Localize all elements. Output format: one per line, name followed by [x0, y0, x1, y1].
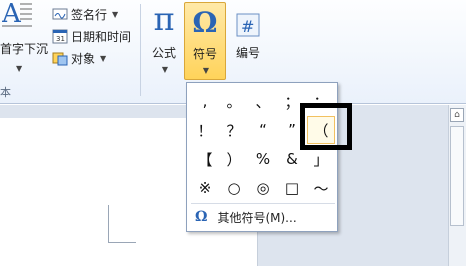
omega-icon: Ω — [195, 209, 208, 225]
calendar-icon: 31 — [52, 28, 68, 44]
number-icon: # — [235, 2, 261, 38]
symbol-cell[interactable]: & — [278, 145, 306, 173]
drop-cap-icon[interactable]: A — [1, 0, 32, 29]
object-button[interactable]: 对象 ▼ — [52, 48, 106, 68]
drop-cap-button[interactable]: 首字下沉 — [0, 38, 48, 58]
symbol-cell[interactable]: ※ — [191, 174, 219, 202]
symbol-cell[interactable]: ： — [307, 87, 335, 115]
chevron-down-icon: ▼ — [16, 63, 23, 73]
symbol-cell[interactable]: “ — [249, 116, 277, 144]
drop-cap-label: 首字下沉 — [0, 41, 49, 56]
symbol-cell[interactable]: ～ — [307, 174, 335, 202]
symbol-dropdown: ,。、；： ！？ “” （ 【）% &」 ※ ○ ◎ □ ～ Ω 其他符号(M)... — [186, 82, 338, 232]
symbol-cell[interactable]: 【 — [191, 145, 219, 173]
symbol-cell[interactable]: 。 — [220, 87, 248, 115]
date-time-button[interactable]: 31 日期和时间 — [52, 26, 131, 46]
chevron-down-icon: ▼ — [161, 65, 169, 74]
symbol-cell[interactable]: , — [191, 87, 219, 115]
chevron-down-icon: ▼ — [100, 53, 107, 63]
date-time-label: 日期和时间 — [71, 29, 132, 44]
svg-text:31: 31 — [56, 35, 65, 43]
object-label: 对象 — [71, 51, 96, 66]
group-label-text: 本 — [0, 86, 11, 99]
scrollbar-thumb[interactable] — [450, 126, 464, 226]
symbol-cell[interactable]: 」 — [307, 145, 335, 173]
formula-label: 公式 — [151, 46, 176, 60]
page-margin-mark — [108, 205, 136, 243]
more-symbols-item[interactable]: Ω 其他符号(M)... — [191, 205, 335, 229]
signature-icon — [52, 6, 68, 22]
number-button[interactable]: # 编号 — [230, 2, 266, 80]
pi-icon: π — [153, 0, 175, 38]
symbol-cell[interactable]: ◎ — [249, 174, 277, 202]
svg-text:A: A — [2, 0, 22, 29]
symbol-cell[interactable]: ？ — [220, 116, 248, 144]
drop-cap-glyph-icon: A — [1, 0, 32, 30]
symbol-cell[interactable]: ！ — [191, 116, 219, 144]
symbol-cell[interactable]: ） — [220, 145, 248, 173]
symbol-cell[interactable]: 、 — [249, 87, 277, 115]
symbol-cell[interactable]: ” — [278, 116, 306, 144]
symbol-cell[interactable]: ； — [278, 87, 306, 115]
symbol-label: 符号 — [192, 47, 217, 61]
number-label: 编号 — [235, 46, 260, 60]
menu-separator — [191, 203, 335, 204]
omega-icon: Ω — [192, 6, 218, 39]
signature-line-label: 签名行 — [71, 7, 108, 22]
chevron-down-icon: ▼ — [202, 66, 210, 75]
formula-button[interactable]: π 公式 ▼ — [146, 0, 182, 80]
chevron-down-icon: ▼ — [112, 9, 119, 19]
symbol-cell[interactable]: ○ — [220, 174, 248, 202]
more-symbols-label: 其他符号(M)... — [217, 210, 297, 225]
symbol-button[interactable]: Ω 符号 ▼ — [184, 2, 226, 80]
symbol-cell[interactable]: □ — [278, 174, 306, 202]
group-separator — [140, 4, 141, 96]
object-icon — [52, 50, 68, 66]
ruler-toggle-icon[interactable]: ⌂ — [450, 108, 464, 122]
signature-line-button[interactable]: 签名行 ▼ — [52, 4, 118, 24]
drop-cap-dropdown[interactable]: ▼ — [14, 58, 22, 78]
symbol-cell[interactable]: % — [249, 145, 277, 173]
symbol-grid: ,。、；： ！？ “” （ 【）% &」 ※ ○ ◎ □ ～ — [191, 87, 335, 202]
svg-text:#: # — [241, 17, 254, 36]
symbol-cell[interactable]: （ — [307, 116, 335, 144]
